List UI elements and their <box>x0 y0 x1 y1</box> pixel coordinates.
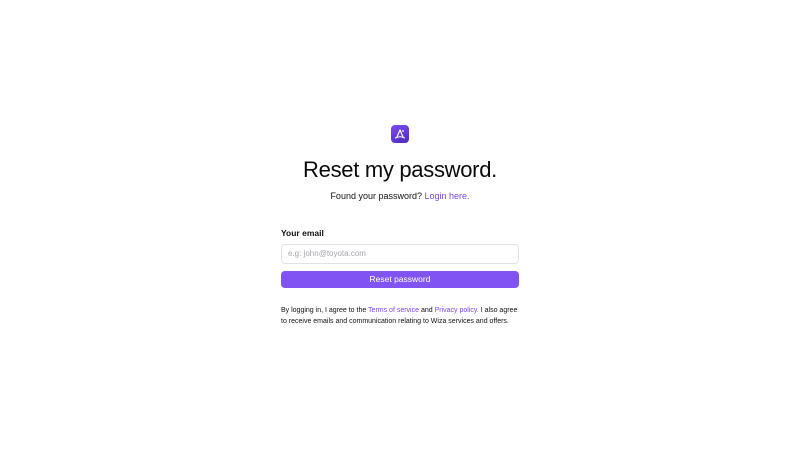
email-label: Your email <box>281 228 324 238</box>
login-prompt-text: Found your password? <box>330 191 422 201</box>
reset-password-page: Reset my password. Found your password? … <box>0 0 800 452</box>
legal-text-part2: and <box>419 307 435 314</box>
privacy-policy-link[interactable]: Privacy policy. <box>435 307 479 314</box>
wiza-logo-icon <box>391 125 409 143</box>
login-prompt: Found your password? Login here. <box>0 191 800 201</box>
login-link[interactable]: Login here. <box>425 191 470 201</box>
reset-form: Your email Reset password <box>281 228 519 288</box>
legal-text-part1: By logging in, I agree to the <box>281 307 369 314</box>
terms-of-service-link[interactable]: Terms of service <box>368 307 419 314</box>
email-input[interactable] <box>281 243 519 264</box>
page-title: Reset my password. <box>303 157 497 182</box>
legal-text: By logging in, I agree to the Terms of s… <box>281 305 521 327</box>
reset-password-button[interactable]: Reset password <box>281 270 519 288</box>
